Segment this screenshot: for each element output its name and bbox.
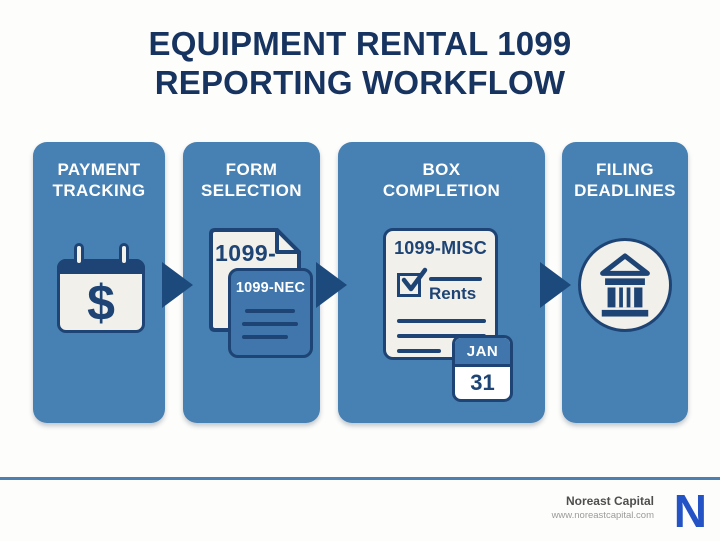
step-label: FORM SELECTION bbox=[184, 159, 320, 201]
footer-brand: Noreast Capital www.noreastcapital.com bbox=[552, 494, 654, 521]
calendar-peg-icon bbox=[74, 243, 84, 266]
title-line-1: EQUIPMENT RENTAL 1099 bbox=[0, 24, 720, 63]
calendar-peg-icon bbox=[119, 243, 129, 266]
doc-line bbox=[397, 349, 441, 353]
back-form-label: 1099- bbox=[215, 240, 276, 267]
step-card-box-completion: BOX COMPLETION 1099-MISC Rents JAN 31 bbox=[338, 142, 545, 423]
doc-line bbox=[429, 277, 482, 281]
flow-arrow-icon bbox=[162, 262, 193, 308]
calendar-header-bar bbox=[57, 259, 145, 274]
checkmark-icon bbox=[399, 267, 429, 297]
title-line-2: REPORTING WORKFLOW bbox=[0, 63, 720, 102]
page-title: EQUIPMENT RENTAL 1099 REPORTING WORKFLOW bbox=[0, 24, 720, 102]
bank-building-icon bbox=[586, 246, 664, 324]
doc-line bbox=[242, 322, 298, 326]
folded-corner-icon bbox=[277, 230, 299, 252]
brand-url: www.noreastcapital.com bbox=[552, 510, 654, 521]
step-label: FILING DEADLINES bbox=[562, 159, 688, 201]
infographic-canvas: EQUIPMENT RENTAL 1099 REPORTING WORKFLOW… bbox=[0, 0, 720, 541]
brand-name: Noreast Capital bbox=[552, 494, 654, 508]
dollar-sign: $ bbox=[87, 274, 115, 332]
step-card-filing-deadlines: FILING DEADLINES bbox=[562, 142, 688, 423]
flow-arrow-icon bbox=[316, 262, 347, 308]
step-label: BOX COMPLETION bbox=[374, 159, 510, 201]
brand-logo: N bbox=[674, 487, 707, 535]
nec-form-icon: 1099-NEC bbox=[228, 268, 313, 358]
step-card-payment-tracking: PAYMENT TRACKING $ bbox=[33, 142, 165, 423]
flow-arrow-icon bbox=[540, 262, 571, 308]
box-label: Rents bbox=[429, 284, 476, 304]
bank-circle-badge bbox=[578, 238, 672, 332]
doc-line bbox=[397, 319, 486, 323]
footer-divider bbox=[0, 477, 720, 480]
front-form-label: 1099-NEC bbox=[231, 280, 310, 296]
doc-line bbox=[245, 309, 295, 313]
doc-line bbox=[242, 335, 288, 339]
calendar-day: 31 bbox=[455, 367, 510, 398]
step-card-form-selection: FORM SELECTION 1099- 1099-NEC bbox=[183, 142, 320, 423]
deadline-calendar-icon: JAN 31 bbox=[452, 335, 513, 402]
calendar-month: JAN bbox=[455, 338, 510, 367]
calendar-dollar-icon: $ bbox=[57, 243, 145, 333]
step-label: PAYMENT TRACKING bbox=[33, 159, 165, 201]
form-name-label: 1099-MISC bbox=[386, 238, 495, 259]
